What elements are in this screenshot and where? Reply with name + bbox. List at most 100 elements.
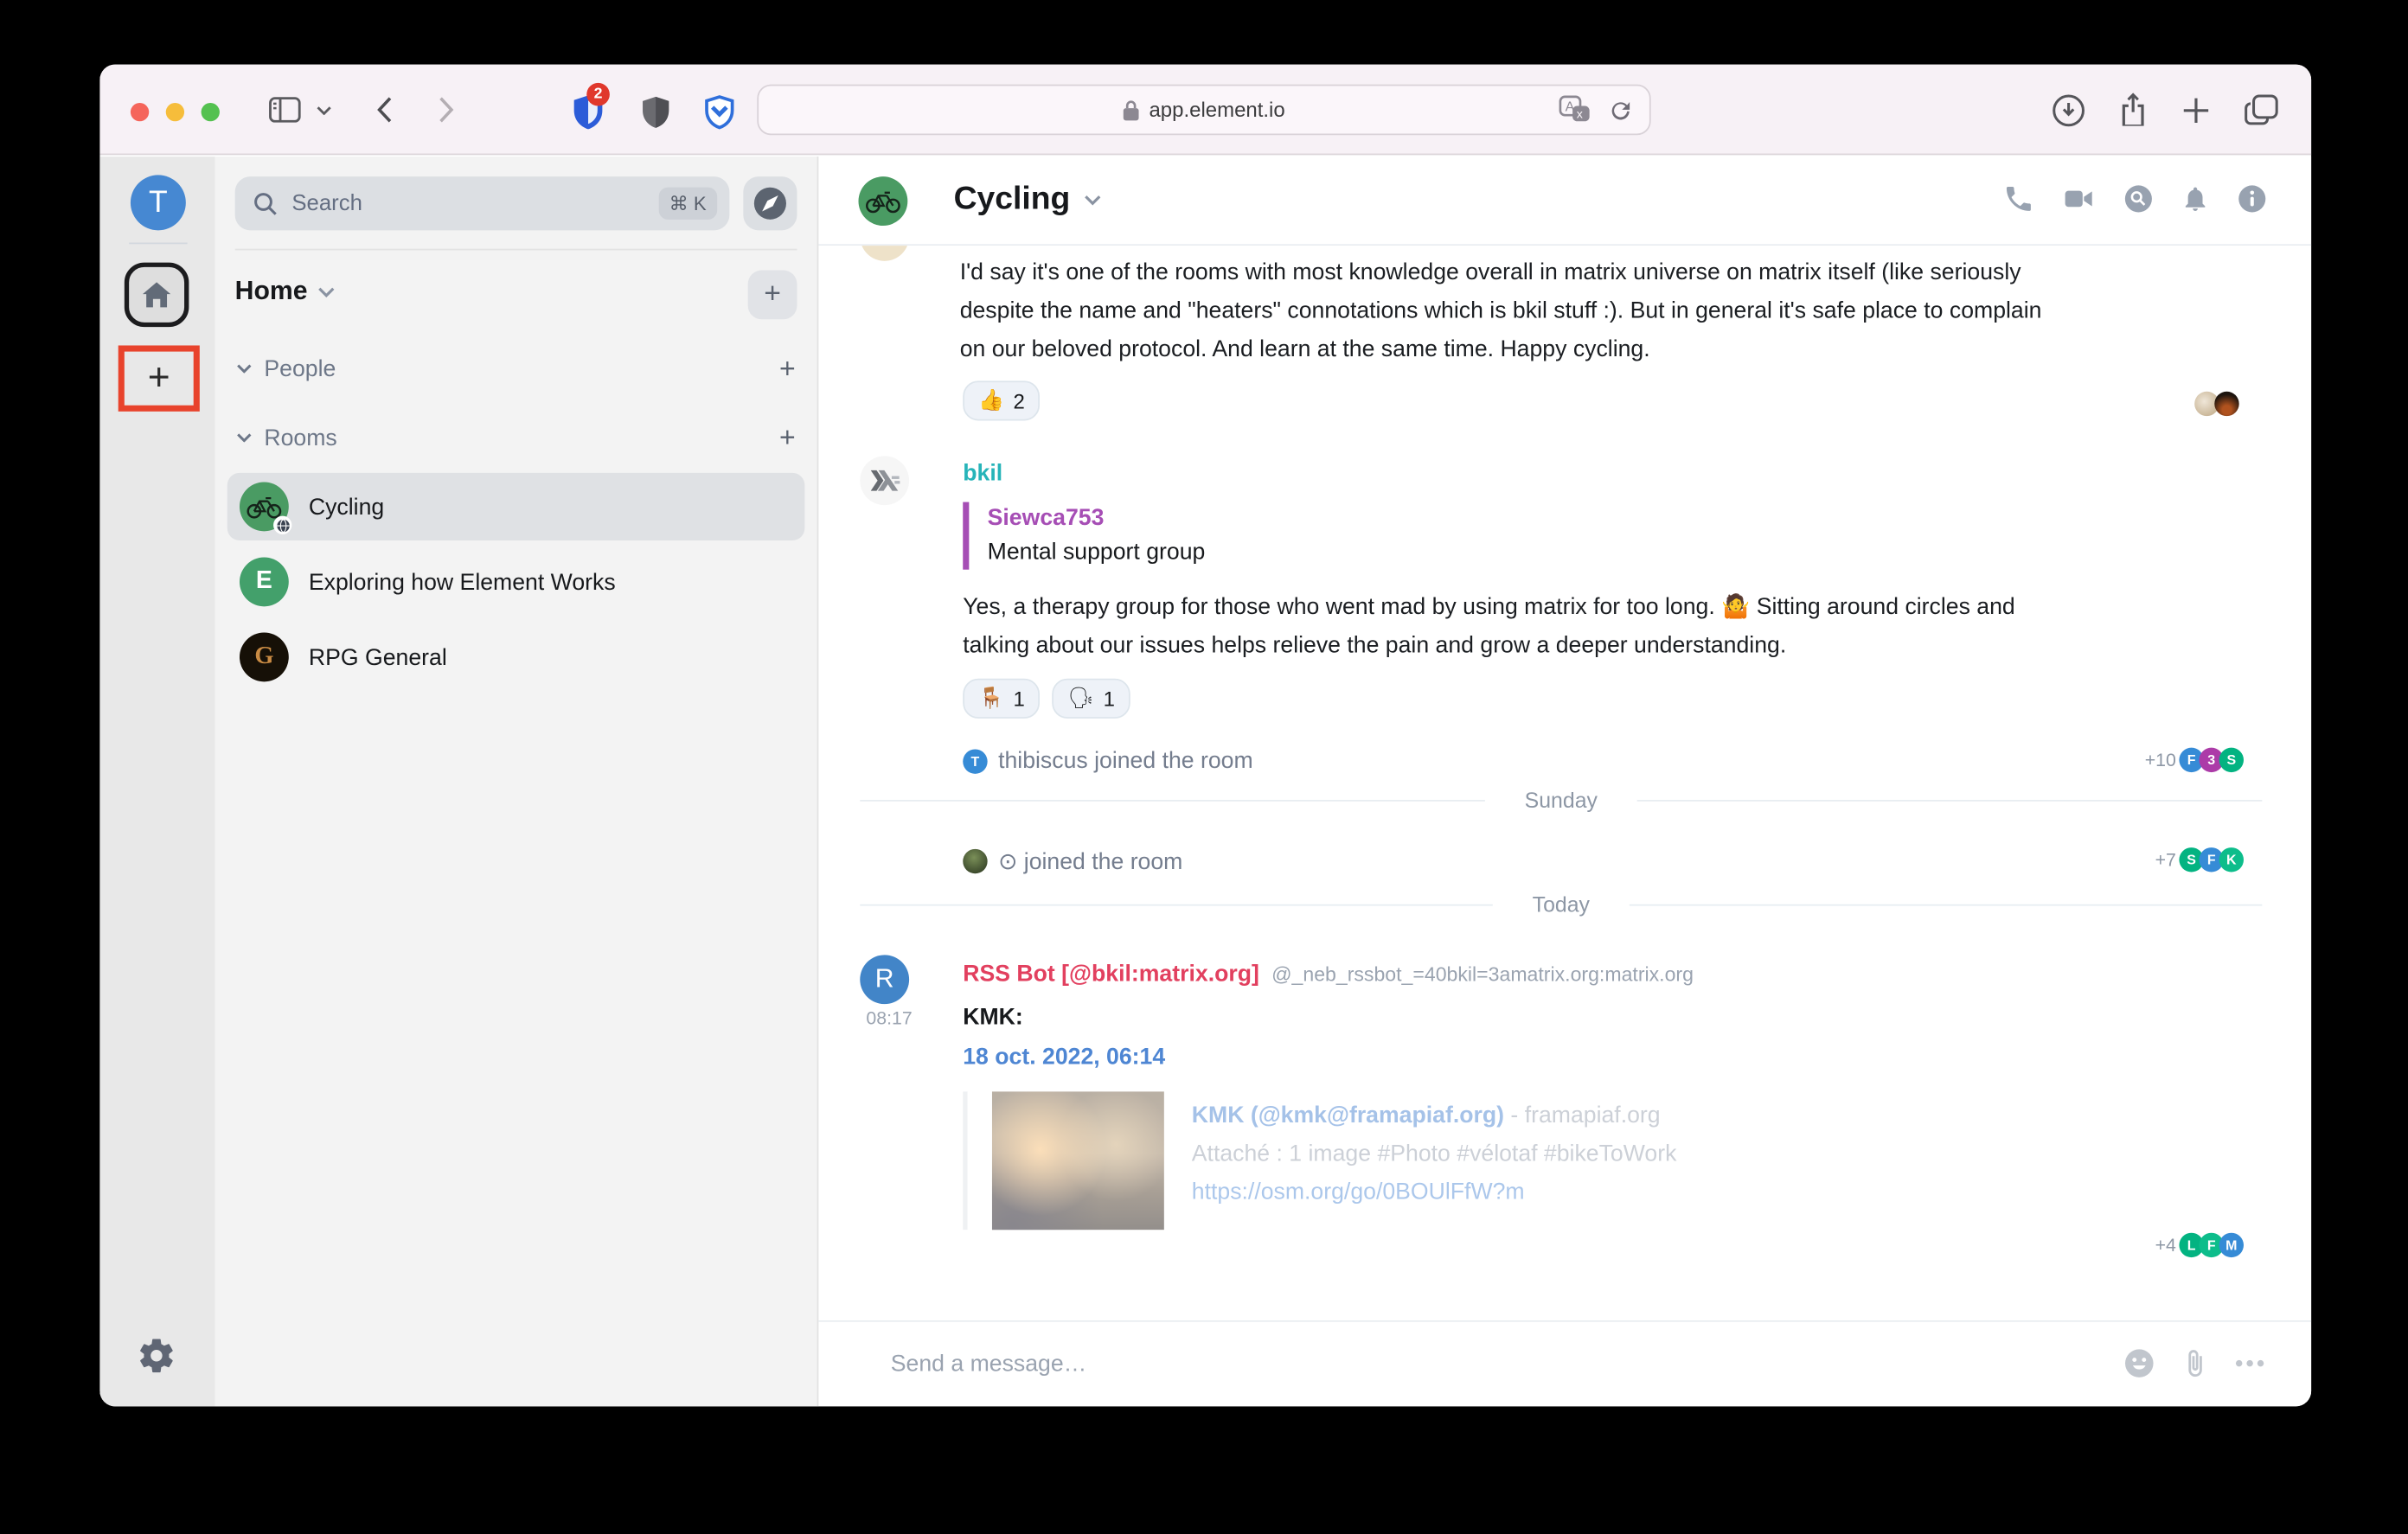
room-item-rpg[interactable]: G RPG General	[227, 623, 805, 691]
zoom-window-button[interactable]	[202, 103, 220, 121]
url-text: app.element.io	[1149, 99, 1284, 122]
avatar-rss-bot[interactable]: R	[860, 955, 909, 1004]
minimize-window-button[interactable]	[166, 103, 184, 121]
public-room-badge	[273, 516, 291, 534]
room-list-divider	[235, 249, 797, 251]
more-options-icon[interactable]	[2234, 1358, 2265, 1368]
read-receipt-overflow: +7	[2155, 849, 2176, 871]
chevron-down-icon	[236, 364, 252, 374]
url-preview-card[interactable]: KMK (@kmk@framapiaf.org) - framapiaf.org…	[963, 1091, 1676, 1230]
room-info-icon[interactable]	[2236, 182, 2268, 214]
section-label: People	[264, 355, 766, 381]
new-tab-button[interactable]	[2181, 95, 2212, 126]
avatar[interactable]	[963, 849, 987, 873]
address-bar[interactable]: app.element.io A x	[757, 85, 1650, 136]
notifications-icon[interactable]	[2181, 182, 2210, 214]
reaction-pill[interactable]: 🗣 1	[1053, 679, 1130, 719]
sidebar-menu-chevron-icon[interactable]	[317, 106, 332, 116]
message-timeline: I'd say it's one of the rooms with most …	[818, 246, 2311, 1320]
chevron-down-icon	[236, 433, 252, 443]
forward-button[interactable]	[439, 97, 455, 123]
room-search-icon[interactable]	[2123, 182, 2155, 214]
section-people[interactable]: People +	[236, 350, 795, 387]
read-receipt-avatar[interactable]	[2214, 392, 2238, 416]
room-name: Exploring how Element Works	[309, 569, 616, 595]
shield-extension-icon[interactable]	[637, 93, 675, 132]
sidebar-toggle-icon[interactable]	[269, 97, 301, 123]
event-text: thibiscus joined the room	[998, 748, 1253, 774]
preview-link[interactable]: https://osm.org/go/0BOUlFfW?m	[1192, 1173, 1677, 1211]
search-shortcut: ⌘ K	[658, 188, 717, 220]
message-timestamp: 08:17	[866, 1007, 912, 1029]
tab-overview-button[interactable]	[2244, 93, 2279, 127]
share-button[interactable]	[2117, 91, 2149, 129]
room-avatar-bicycle	[240, 483, 289, 532]
quoted-message[interactable]: Siewca753 Mental support group	[963, 502, 1205, 570]
reaction-pill[interactable]: 👍 2	[963, 380, 1040, 420]
message-input[interactable]: Send a message…	[891, 1351, 1087, 1377]
search-input[interactable]	[291, 191, 658, 215]
message-text: Yes, a therapy group for those who went …	[963, 588, 2026, 665]
chevron-down-icon	[318, 286, 336, 297]
room-title[interactable]: Cycling	[954, 182, 1101, 219]
avatar[interactable]	[860, 246, 909, 261]
space-name: Home	[235, 277, 308, 308]
reaction-count: 2	[1013, 389, 1024, 412]
preview-title-link[interactable]: KMK (@kmk@framapiaf.org)	[1192, 1103, 1504, 1128]
preview-description: Attaché : 1 image #Photo #vélotaf #bikeT…	[1192, 1135, 1677, 1173]
add-button[interactable]: +	[748, 270, 797, 319]
emoji-picker-icon[interactable]	[2123, 1346, 2156, 1380]
date-divider: Today	[860, 892, 2262, 917]
close-window-button[interactable]	[131, 103, 149, 121]
room-item-exploring[interactable]: E Exploring how Element Works	[227, 548, 805, 616]
browser-window: 2 app.element.io	[99, 65, 2311, 1407]
room-title-text: Cycling	[954, 182, 1071, 219]
screen: 2 app.element.io	[0, 0, 2408, 1534]
search-bar[interactable]: ⌘ K	[235, 176, 730, 230]
read-receipt-avatar[interactable]: K	[2219, 847, 2244, 872]
read-receipt-avatar[interactable]: M	[2219, 1233, 2244, 1257]
quick-settings-button[interactable]	[137, 1336, 176, 1376]
reaction-emoji: 🪑	[978, 687, 1004, 711]
date-divider-label: Today	[1492, 892, 1630, 917]
downloads-button[interactable]	[2052, 93, 2085, 127]
explore-rooms-button[interactable]	[743, 176, 797, 230]
quote-author: Siewca753	[988, 502, 1206, 536]
avatar-bkil[interactable]	[860, 456, 909, 505]
reload-icon[interactable]	[1608, 96, 1634, 125]
room-list-panel: ⌘ K Home +	[215, 157, 819, 1406]
preview-thumbnail-image[interactable]	[992, 1091, 1164, 1230]
user-avatar[interactable]: T	[131, 175, 186, 230]
read-receipt-overflow: +10	[2145, 749, 2176, 770]
message-composer: Send a message…	[818, 1320, 2311, 1406]
extension-badge: 2	[586, 83, 610, 106]
search-icon	[253, 191, 278, 215]
room-header: Cycling	[818, 157, 2311, 246]
avatar[interactable]: T	[963, 749, 987, 773]
element-app: T +	[99, 157, 2311, 1406]
read-receipt-avatar[interactable]: S	[2219, 748, 2244, 772]
attachment-icon[interactable]	[2181, 1346, 2210, 1380]
translate-icon[interactable]: A x	[1559, 95, 1592, 126]
room-header-avatar[interactable]	[859, 176, 908, 226]
add-people-button[interactable]: +	[779, 352, 796, 384]
sender-name[interactable]: RSS Bot [@bkil:matrix.org]	[963, 961, 1259, 987]
section-rooms[interactable]: Rooms +	[236, 419, 795, 457]
message-date-link[interactable]: 18 oct. 2022, 06:14	[963, 1044, 1165, 1070]
video-call-icon[interactable]	[2061, 182, 2097, 214]
sender-name[interactable]: bkil	[963, 461, 1002, 487]
back-button[interactable]	[376, 97, 392, 123]
lock-icon	[1123, 99, 1140, 121]
gear-icon	[137, 1336, 176, 1376]
create-space-button[interactable]: +	[148, 359, 170, 397]
voice-call-icon[interactable]	[2002, 182, 2034, 214]
add-room-button[interactable]: +	[779, 421, 796, 453]
reaction-pill[interactable]: 🪑 1	[963, 679, 1040, 719]
pocket-extension-icon[interactable]	[701, 93, 739, 132]
room-item-cycling[interactable]: Cycling	[227, 473, 805, 540]
home-space-button[interactable]	[125, 263, 189, 328]
quote-text: Mental support group	[988, 536, 1206, 570]
room-avatar-letter: G	[240, 633, 289, 682]
space-header[interactable]: Home	[235, 277, 336, 308]
chat-panel: Cycling	[818, 157, 2311, 1406]
